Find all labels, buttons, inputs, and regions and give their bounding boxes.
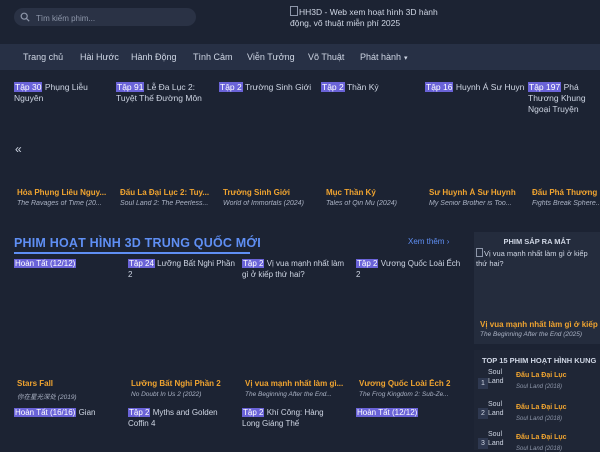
slide-title[interactable]: Đấu Phá Thương Kh... bbox=[532, 188, 600, 197]
slide-ep-label[interactable]: Tập 197 Phá Thương Khung Ngoại Truyện bbox=[528, 82, 600, 115]
slide-ep-label[interactable]: Tập 91 Lễ Đa Lục 2: Tuyệt Thế Đường Môn bbox=[116, 82, 216, 104]
slide-subtitle: Soul Land 2: The Peerless... bbox=[120, 200, 209, 207]
rank-title[interactable]: Đấu La Đại Lục bbox=[516, 404, 567, 411]
nav-action[interactable]: Hành Động bbox=[131, 52, 177, 62]
rank-poster[interactable]: Soul Land bbox=[488, 368, 512, 386]
nav-comedy[interactable]: Hài Hước bbox=[80, 52, 119, 62]
nav-release[interactable]: Phát hành ▾ bbox=[360, 52, 408, 62]
slide-title[interactable]: Mục Thần Ký bbox=[326, 188, 420, 197]
slide-subtitle: Tales of Qin Mu (2024) bbox=[326, 200, 397, 207]
section-underline bbox=[14, 252, 250, 254]
main-nav: Trang chủ Hài Hước Hành Động Tình Cảm Vi… bbox=[0, 44, 600, 70]
card-ep-label[interactable]: Hoàn Tất (16/16) Gian bbox=[14, 407, 122, 418]
upcoming-heading: PHIM SẮP RA MẮT bbox=[503, 237, 571, 246]
card-title[interactable]: Vị vua mạnh nhất làm gì... bbox=[245, 379, 351, 388]
nav-romance[interactable]: Tình Cảm bbox=[193, 52, 233, 62]
rank-poster[interactable]: Soul Land bbox=[488, 400, 512, 418]
nav-scifi[interactable]: Viễn Tưởng bbox=[247, 52, 295, 62]
see-more-link[interactable]: Xem thêm › bbox=[408, 237, 449, 246]
rank-title[interactable]: Đấu La Đại Lục bbox=[516, 434, 567, 441]
slide-subtitle: Fights Break Sphere... bbox=[532, 200, 600, 207]
rank-title[interactable]: Đấu La Đại Lục bbox=[516, 372, 567, 379]
top-bar: HH3D - Web xem hoạt hình 3D hành động, v… bbox=[0, 0, 600, 38]
top15-panel: TOP 15 PHIM HOẠT HÌNH KUNG 1 Soul Land Đ… bbox=[474, 350, 600, 452]
slide-ep-label[interactable]: Tập 2 Thần Ký bbox=[321, 82, 419, 93]
slide-title[interactable]: Trường Sinh Giới bbox=[223, 188, 317, 197]
card-ep-label[interactable]: Tập 2 Vương Quốc Loài Ếch 2 bbox=[356, 258, 464, 280]
card-ep-label[interactable]: Tập 2 Vị vua mạnh nhất làm gì ở kiếp thứ… bbox=[242, 258, 352, 280]
card-ep-label[interactable]: Tập 2 Khí Công: Hàng Long Giáng Thế bbox=[242, 407, 342, 429]
card-title[interactable]: Lưỡng Bất Nghi Phần 2 bbox=[131, 379, 237, 388]
chevron-down-icon: ▾ bbox=[404, 55, 408, 62]
card-ep-label[interactable]: Hoàn Tất (12/12) bbox=[14, 258, 122, 269]
search-box[interactable] bbox=[14, 8, 196, 26]
slide-ep-label[interactable]: Tập 2 Trường Sinh Giới bbox=[219, 82, 317, 93]
slide-subtitle: My Senior Brother is Too... bbox=[429, 200, 512, 207]
site-logo[interactable]: HH3D - Web xem hoạt hình 3D hành động, v… bbox=[290, 6, 460, 29]
rank-poster[interactable]: Soul Land bbox=[488, 430, 512, 448]
rank-badge: 3 bbox=[478, 438, 488, 449]
upcoming-poster[interactable]: Vị vua mạnh nhất làm gì ở kiếp thứ hai? bbox=[476, 248, 596, 269]
card-subtitle: The Frog Kingdom 2: Sub-Ze... bbox=[359, 391, 449, 398]
rank-subtitle: Soul Land (2018) bbox=[516, 416, 563, 422]
slide-title[interactable]: Hỏa Phụng Liêu Nguy... bbox=[17, 188, 109, 197]
card-title[interactable]: Stars Fall bbox=[17, 379, 123, 388]
double-chevron-left-icon[interactable]: « bbox=[15, 142, 22, 156]
slide-title[interactable]: Sư Huynh Á Sư Huynh bbox=[429, 188, 523, 197]
slide-ep-label[interactable]: Tập 30 Phụng Liễu Nguyên bbox=[14, 82, 109, 104]
card-subtitle: No Doubt In Us 2 (2022) bbox=[131, 391, 202, 398]
slide-ep-label[interactable]: Tập 16 Huynh Á Sư Huynh bbox=[425, 82, 525, 93]
card-subtitle: The Beginning After the End... bbox=[245, 391, 332, 398]
slide-subtitle: World of Immortals (2024) bbox=[223, 200, 304, 207]
card-ep-label[interactable]: Tập 2 Myths and Golden Coffin 4 bbox=[128, 407, 236, 429]
broken-image-icon bbox=[476, 248, 483, 257]
slide-subtitle: The Ravages of Time (20... bbox=[17, 200, 102, 207]
rank-badge: 2 bbox=[478, 408, 488, 419]
upcoming-title[interactable]: Vị vua mạnh nhất làm gì ở kiếp bbox=[480, 320, 600, 329]
broken-image-icon bbox=[290, 6, 298, 16]
nav-home[interactable]: Trang chủ bbox=[23, 52, 63, 62]
chevron-right-icon: › bbox=[446, 237, 450, 246]
search-icon bbox=[20, 12, 30, 22]
rank-badge: 1 bbox=[478, 378, 488, 389]
card-ep-label[interactable]: Hoàn Tất (12/12) bbox=[356, 407, 464, 418]
top15-heading: TOP 15 PHIM HOẠT HÌNH KUNG bbox=[482, 356, 597, 365]
section-title: PHIM HOẠT HÌNH 3D TRUNG QUỐC MỚI bbox=[14, 236, 261, 250]
card-ep-label[interactable]: Tập 24 Lưỡng Bất Nghi Phần 2 bbox=[128, 258, 236, 280]
search-input[interactable] bbox=[34, 10, 188, 26]
card-title[interactable]: Vương Quốc Loài Ếch 2 bbox=[359, 379, 465, 388]
nav-martial-arts[interactable]: Võ Thuật bbox=[308, 52, 344, 62]
rank-subtitle: Soul Land (2018) bbox=[516, 384, 563, 390]
rank-subtitle: Soul Land (2018) bbox=[516, 446, 563, 452]
upcoming-subtitle: The Beginning After the End (2025) bbox=[480, 331, 583, 338]
slide-title[interactable]: Đấu La Đại Lục 2: Tuy... bbox=[120, 188, 214, 197]
card-subtitle: 你在星光深处 (2019) bbox=[17, 394, 77, 401]
